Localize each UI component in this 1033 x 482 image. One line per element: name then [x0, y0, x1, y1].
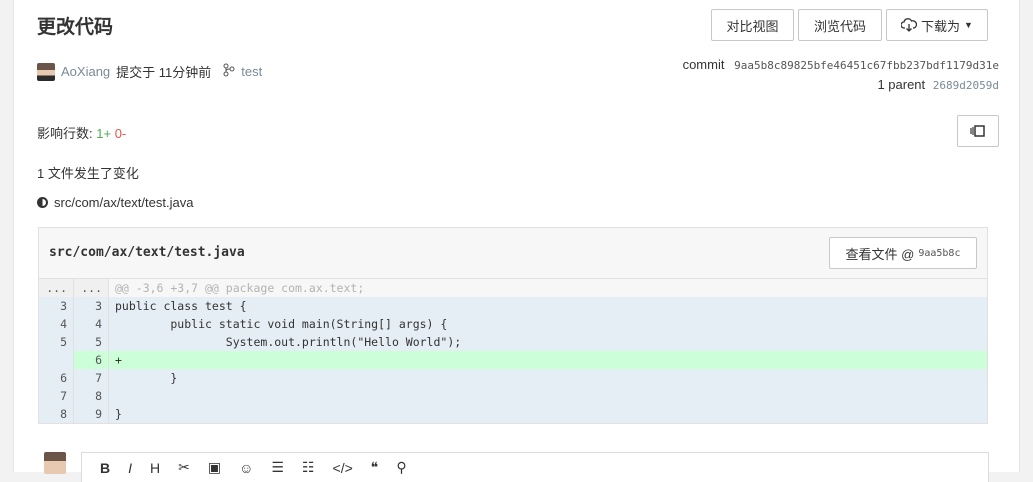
new-line-number[interactable]: 7 — [74, 369, 109, 387]
code-icon[interactable]: </> — [333, 460, 353, 476]
files-changed: 1 文件发生了变化 — [37, 166, 139, 181]
diff-line: 3 3 public class test { — [39, 297, 987, 315]
parent-hash[interactable]: 2689d2059d — [933, 79, 999, 92]
old-line-number[interactable]: 7 — [39, 387, 74, 405]
diff-hunk-header: ...... @@ -3,6 +3,7 @@ package com.ax.tex… — [39, 279, 987, 297]
new-line-number[interactable]: 9 — [74, 405, 109, 423]
diff-line: 67 } — [39, 369, 987, 387]
heading-icon[interactable]: H — [150, 460, 160, 476]
view-file-label: 查看文件 @ — [845, 246, 915, 262]
diff-line: 44 public static void main(String[] args… — [39, 315, 987, 333]
image-icon[interactable]: ▣ — [208, 459, 221, 476]
code-text: } — [109, 369, 987, 387]
deletions-count: 0- — [114, 126, 127, 141]
new-line-number[interactable]: 3 — [74, 297, 109, 315]
page-title: 更改代码 — [37, 17, 114, 38]
new-line-number[interactable]: 8 — [74, 387, 109, 405]
avatar[interactable] — [37, 62, 55, 81]
diff-line: 8 9} — [39, 405, 987, 423]
old-line-number[interactable]: ... — [39, 279, 74, 297]
file-anchor-label[interactable]: src/com/ax/text/test.java — [54, 195, 193, 210]
caret-down-icon: ▼ — [964, 20, 973, 30]
old-line-number[interactable]: 3 — [39, 297, 74, 315]
old-line-number[interactable]: 8 — [39, 405, 74, 423]
bullet-list-icon[interactable]: ☰ — [271, 459, 284, 476]
parent-label: 1 parent — [877, 77, 926, 92]
commit-meta: AoXiang 提交于 11分钟前 test — [37, 62, 262, 81]
diff-line-added: 6 + — [39, 351, 987, 369]
file-anchor[interactable]: src/com/ax/text/test.java — [37, 195, 193, 210]
code-text — [109, 387, 987, 405]
code-text: } — [109, 405, 987, 423]
emoji-icon[interactable]: ☺ — [239, 460, 253, 476]
new-line-number[interactable]: 6 — [74, 351, 109, 369]
compare-view-button[interactable]: 对比视图 — [711, 9, 794, 41]
view-file-button[interactable]: 查看文件 @ 9aa5b8c — [829, 237, 977, 269]
code-text: + — [109, 351, 987, 369]
old-line-number[interactable]: 6 — [39, 369, 74, 387]
author-link[interactable]: AoXiang — [61, 64, 110, 79]
search-icon[interactable]: ⚲ — [396, 459, 406, 476]
code-text: @@ -3,6 +3,7 @@ package com.ax.text; — [109, 279, 987, 297]
diff-header: src/com/ax/text/test.java 查看文件 @ 9aa5b8c — [39, 228, 987, 279]
quote-icon[interactable]: ❝ — [371, 459, 379, 476]
code-text: System.out.println("Hello World"); — [109, 333, 987, 351]
download-as-label: 下载为 — [921, 18, 961, 34]
branch-link[interactable]: test — [241, 64, 262, 79]
commit-label: commit — [682, 57, 725, 72]
comment-editor-toolbar: B I H ✂ ▣ ☺ ☰ ☷ </> ❝ ⚲ — [81, 452, 989, 482]
diff-line: 55 System.out.println("Hello World"); — [39, 333, 987, 351]
commit-info: commit 9aa5b8c89825bfe46451c67fbb237bdf1… — [683, 55, 999, 95]
diff-panel: src/com/ax/text/test.java 查看文件 @ 9aa5b8c… — [38, 227, 988, 424]
comment-avatar — [44, 452, 66, 474]
branch-icon — [223, 63, 235, 80]
commit-card: 更改代码 对比视图 浏览代码 下载为 ▼ AoXiang 提交于 11分钟前 t… — [13, 0, 1020, 482]
submitted-time: 提交于 11分钟前 — [116, 65, 212, 80]
italic-icon[interactable]: I — [128, 460, 132, 476]
browse-code-button[interactable]: 浏览代码 — [798, 9, 882, 41]
new-line-number[interactable]: ... — [74, 279, 109, 297]
code-text: public class test { — [109, 297, 987, 315]
affected-lines: 影响行数: 1+ 0- — [37, 123, 126, 142]
numbered-list-icon[interactable]: ☷ — [302, 459, 315, 476]
download-as-button[interactable]: 下载为 ▼ — [886, 9, 988, 41]
diff-line: 78 — [39, 387, 987, 405]
old-line-number[interactable]: 4 — [39, 315, 74, 333]
diff-lines: ...... @@ -3,6 +3,7 @@ package com.ax.tex… — [39, 279, 987, 423]
code-text: public static void main(String[] args) { — [109, 315, 987, 333]
bold-icon[interactable]: B — [100, 460, 110, 476]
commit-hash[interactable]: 9aa5b8c89825bfe46451c67fbb237bdf1179d31e — [734, 59, 999, 72]
modified-file-icon — [37, 197, 48, 208]
affected-label: 影响行数: — [37, 126, 93, 141]
diff-file-name: src/com/ax/text/test.java — [49, 245, 245, 260]
new-line-number[interactable]: 5 — [74, 333, 109, 351]
view-file-hash: 9aa5b8c — [918, 247, 961, 259]
old-line-number[interactable] — [39, 351, 74, 369]
old-line-number[interactable]: 5 — [39, 333, 74, 351]
new-line-number[interactable]: 4 — [74, 315, 109, 333]
additions-count: 1+ — [96, 126, 112, 141]
cloud-download-icon — [901, 18, 918, 32]
split-view-icon — [970, 125, 985, 137]
cut-icon[interactable]: ✂ — [178, 459, 190, 476]
toggle-layout-button[interactable] — [957, 115, 999, 147]
